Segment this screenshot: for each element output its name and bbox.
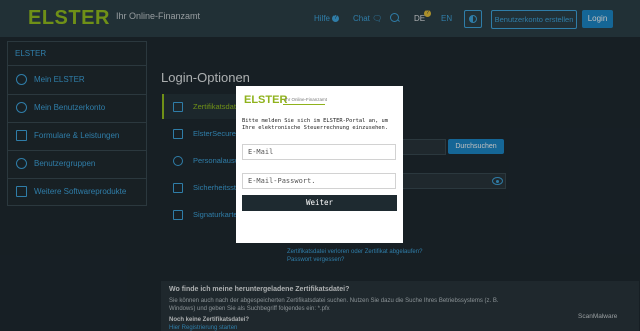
email-input[interactable]: E-Mail <box>242 144 396 160</box>
modal-logo: ELSTER <box>244 94 288 106</box>
login-modal: ELSTER Ihr Online-Finanzamt Bitte melden… <box>236 86 403 243</box>
modal-logo-subtitle: Ihr Online-Finanzamt <box>285 97 328 102</box>
email-password-input[interactable]: E-Mail-Passwort. <box>242 173 396 189</box>
modal-logo-underline <box>283 104 325 105</box>
modal-message: Bitte melden Sie sich im ELSTER-Portal a… <box>242 118 389 131</box>
continue-button[interactable]: Weiter <box>242 195 397 211</box>
